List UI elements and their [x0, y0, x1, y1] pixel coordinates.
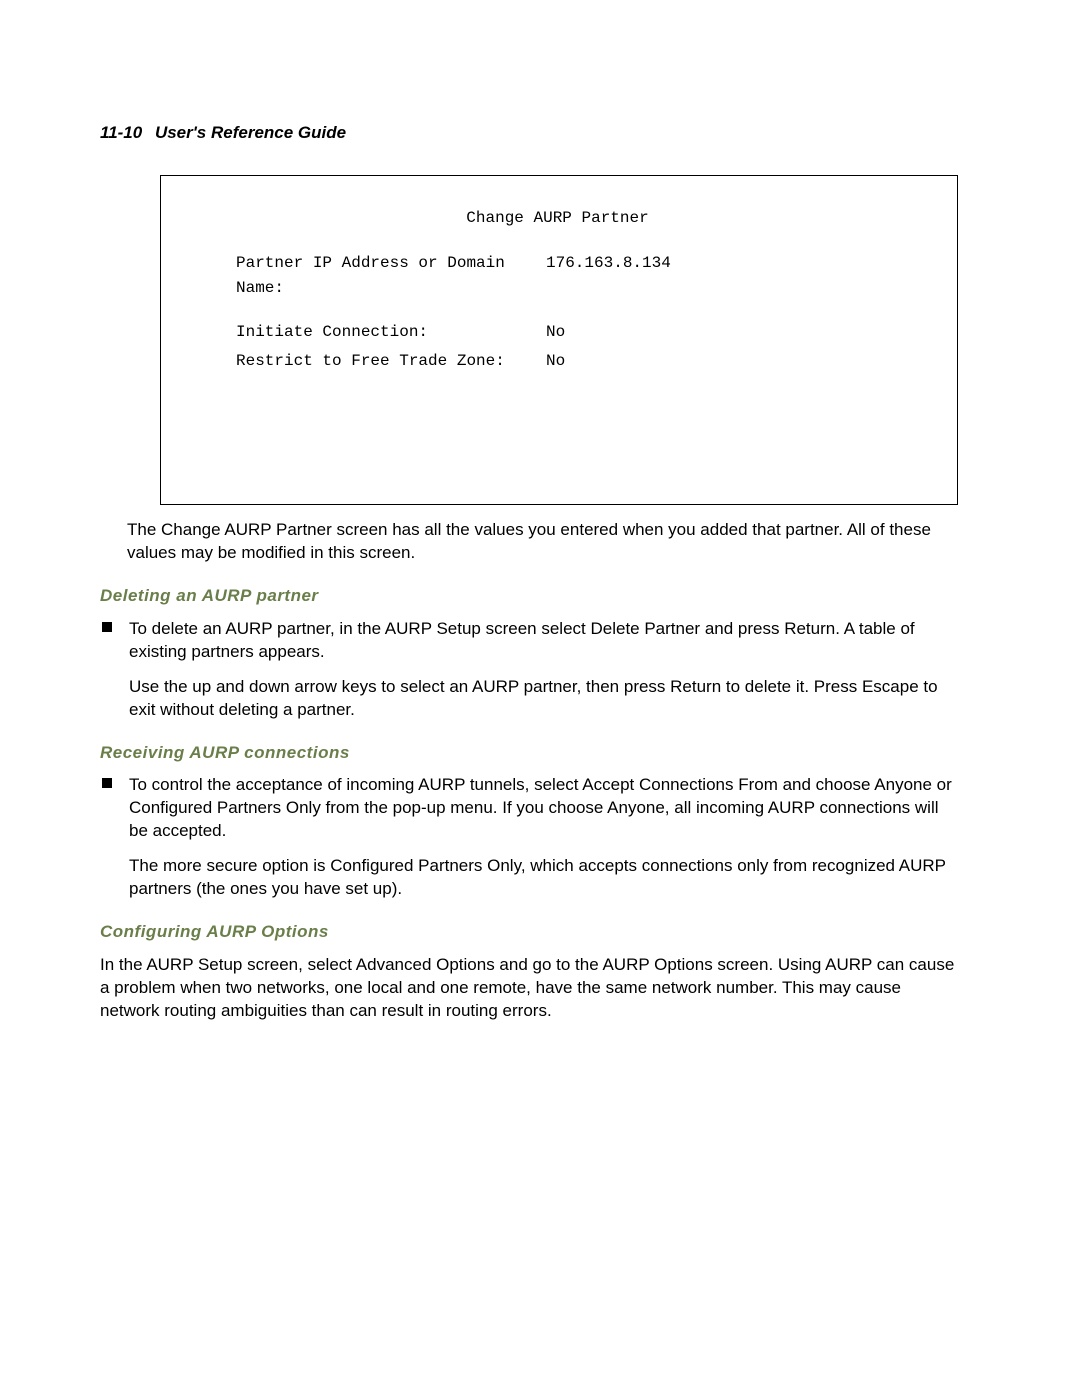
list-item: To delete an AURP partner, in the AURP S…	[100, 618, 958, 722]
heading-deleting: Deleting an AURP partner	[100, 585, 990, 608]
bullet-list-delete: To delete an AURP partner, in the AURP S…	[100, 618, 990, 722]
guide-title: User's Reference Guide	[155, 123, 346, 142]
paragraph-after-box: The Change AURP Partner screen has all t…	[127, 519, 958, 565]
bullet-subtext: Use the up and down arrow keys to select…	[129, 676, 958, 722]
terminal-label: Partner IP Address or Domain Name:	[236, 251, 546, 301]
terminal-value: 176.163.8.134	[546, 251, 671, 301]
terminal-label: Initiate Connection:	[236, 320, 546, 345]
bullet-text: To delete an AURP partner, in the AURP S…	[129, 618, 958, 664]
heading-configuring: Configuring AURP Options	[100, 921, 990, 944]
page-header: 11-10 User's Reference Guide	[100, 122, 990, 145]
terminal-value: No	[546, 349, 565, 374]
terminal-label: Restrict to Free Trade Zone:	[236, 349, 546, 374]
terminal-screen: Change AURP Partner Partner IP Address o…	[160, 175, 958, 505]
terminal-row-initiate: Initiate Connection: No	[236, 320, 919, 345]
heading-receiving: Receiving AURP connections	[100, 742, 990, 765]
terminal-value: No	[546, 320, 565, 345]
square-bullet-icon	[102, 622, 112, 632]
terminal-row-ip: Partner IP Address or Domain Name: 176.1…	[236, 251, 919, 301]
bullet-subtext: The more secure option is Configured Par…	[129, 855, 958, 901]
document-page: 11-10 User's Reference Guide Change AURP…	[0, 0, 1080, 1023]
bullet-list-receive: To control the acceptance of incoming AU…	[100, 774, 990, 901]
list-item: To control the acceptance of incoming AU…	[100, 774, 958, 901]
terminal-row-restrict: Restrict to Free Trade Zone: No	[236, 349, 919, 374]
bullet-text: To control the acceptance of incoming AU…	[129, 774, 958, 843]
paragraph-config: In the AURP Setup screen, select Advance…	[100, 954, 958, 1023]
terminal-title: Change AURP Partner	[196, 206, 919, 231]
square-bullet-icon	[102, 778, 112, 788]
page-number: 11-10	[100, 123, 142, 142]
